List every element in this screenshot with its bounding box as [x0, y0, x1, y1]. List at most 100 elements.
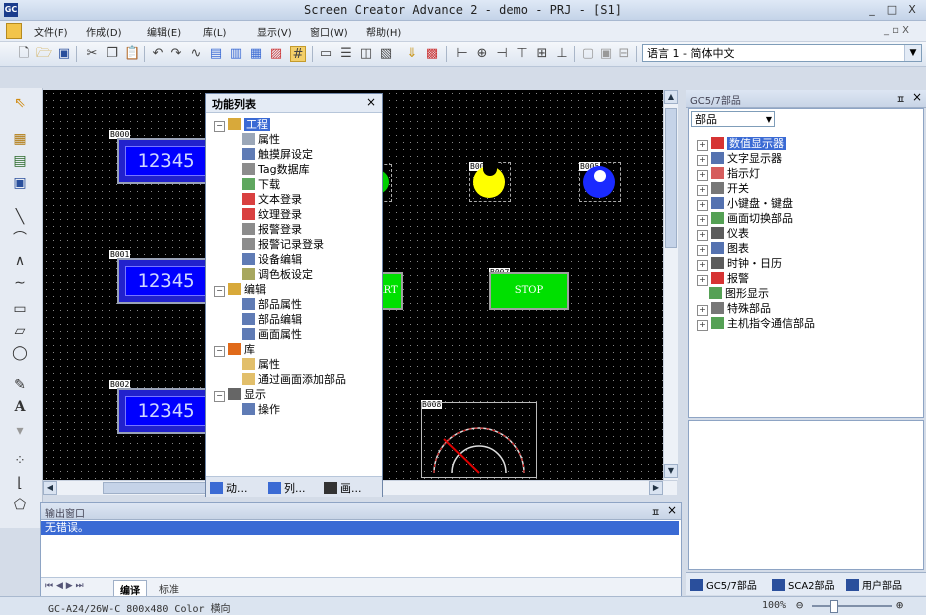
grid-toggle-icon[interactable]: #	[290, 46, 306, 62]
image-icon[interactable]: ▧	[378, 46, 394, 62]
columns-icon[interactable]: ◫	[358, 46, 374, 62]
scroll-right-icon[interactable]: ▶	[649, 481, 663, 495]
tree-item[interactable]: 纹理登录	[242, 206, 302, 222]
align-right-icon[interactable]: ⊣	[494, 46, 510, 62]
scroll-left-icon[interactable]: ◀	[43, 481, 57, 495]
open-folder-icon[interactable]: 🗁	[36, 46, 52, 62]
tree-item[interactable]: 调色板设定	[242, 266, 313, 282]
save-icon[interactable]: ▣	[56, 46, 72, 62]
tree-group[interactable]: − 工程	[214, 116, 270, 132]
align-bottom-icon[interactable]: ⊥	[554, 46, 570, 62]
align-top-icon[interactable]: ⊤	[514, 46, 530, 62]
menu-edit[interactable]: 编辑(E)	[147, 24, 181, 39]
mdi-controls[interactable]: _ ▫ X	[884, 25, 909, 36]
rectangle-icon[interactable]: ▭	[11, 300, 29, 318]
brush-icon[interactable]: ✎	[11, 376, 29, 394]
maximize-button[interactable]: □	[884, 3, 900, 17]
parts-list-item[interactable]: + 主机指令通信部品	[697, 315, 815, 331]
parts-list-item[interactable]: + 文字显示器	[697, 150, 782, 166]
vertical-scrollbar[interactable]: ▲ ▼	[663, 90, 678, 480]
list-icon[interactable]: ☰	[338, 46, 354, 62]
tab-sca2-parts[interactable]: SCA2部品	[772, 577, 835, 592]
tree-item[interactable]: 触摸屏设定	[242, 146, 313, 162]
output-message[interactable]: 无错误。	[41, 521, 679, 535]
numeric-display[interactable]: 12345	[117, 138, 215, 184]
select-part-icon[interactable]: ▦	[11, 130, 29, 148]
pointer-icon[interactable]: ⇖	[11, 94, 29, 112]
collapse-icon[interactable]: −	[214, 286, 225, 297]
ungroup-icon[interactable]: ▣	[598, 46, 614, 62]
resize-icon[interactable]: ⊟	[616, 46, 632, 62]
pin-icon[interactable]: ㅍ	[896, 91, 905, 106]
menu-create[interactable]: 作成(D)	[86, 24, 122, 39]
zoom-slider-thumb[interactable]	[830, 600, 838, 613]
arc-icon[interactable]: ⌒	[11, 230, 29, 248]
menu-file[interactable]: 文件(F)	[34, 24, 68, 39]
group-icon[interactable]: ▢	[580, 46, 596, 62]
polyline-icon[interactable]: ∧	[11, 252, 29, 270]
parts-list-item[interactable]: + 报警	[697, 270, 749, 286]
tree-item[interactable]: 操作	[242, 401, 280, 417]
parts-list-item[interactable]: + 图表	[697, 240, 749, 256]
numeric-display[interactable]: 12345	[117, 388, 215, 434]
chevron-down-icon[interactable]: ▼	[766, 112, 772, 128]
ellipse-icon[interactable]: ◯	[11, 344, 29, 362]
language-select[interactable]: 语言 1 - 简体中文 ▼	[642, 44, 922, 62]
curve-icon[interactable]: ∼	[11, 274, 29, 292]
scroll-down-icon[interactable]: ▼	[664, 464, 678, 478]
pin-icon[interactable]: ㅍ	[651, 504, 660, 519]
redo-icon[interactable]: ↷	[168, 46, 184, 62]
tab-gc57-parts[interactable]: GC5/7部品	[690, 577, 757, 592]
parallelogram-icon[interactable]: ▱	[11, 322, 29, 340]
tab-screen[interactable]: 画...	[324, 480, 362, 496]
polygon-icon[interactable]: ⬠	[11, 496, 29, 514]
tree-item[interactable]: 设备编辑	[242, 251, 302, 267]
close-icon[interactable]: ×	[912, 90, 922, 104]
minimize-button[interactable]: _	[864, 3, 880, 17]
snap-icon[interactable]: ⁘	[11, 452, 29, 470]
tab-list[interactable]: 列...	[268, 480, 306, 496]
zoom-out-icon[interactable]: ⊖	[796, 598, 803, 612]
line-icon[interactable]: ╲	[11, 208, 29, 226]
stop-button[interactable]: STOP	[489, 272, 569, 310]
align-center-icon[interactable]: ⊕	[474, 46, 490, 62]
tree-item[interactable]: 画面属性	[242, 326, 302, 342]
parts-list-item[interactable]: + 仪表	[697, 225, 749, 241]
align-left-icon[interactable]: ⊢	[454, 46, 470, 62]
chart-icon[interactable]: ▩	[424, 46, 440, 62]
part-edit-icon[interactable]: ▥	[228, 46, 244, 62]
collapse-icon[interactable]: −	[214, 121, 225, 132]
tree-item[interactable]: 报警登录	[242, 221, 302, 237]
select-screen-icon[interactable]: ▤	[11, 152, 29, 170]
align-middle-icon[interactable]: ⊞	[534, 46, 550, 62]
expand-icon[interactable]: +	[697, 320, 708, 331]
tree-item[interactable]: 报警记录登录	[242, 236, 324, 252]
download-icon[interactable]: ⇓	[404, 46, 420, 62]
scroll-up-icon[interactable]: ▲	[664, 90, 678, 104]
tree-item[interactable]: 属性	[242, 356, 280, 372]
numeric-display[interactable]: 12345	[117, 258, 215, 304]
part-copy-icon[interactable]: ▦	[248, 46, 264, 62]
tree-group[interactable]: − 库	[214, 341, 255, 357]
part-icon[interactable]: ▤	[208, 46, 224, 62]
collapse-icon[interactable]: −	[214, 391, 225, 402]
copy-icon[interactable]: ❐	[104, 46, 120, 62]
category-select[interactable]: 部品 ▼	[691, 111, 775, 127]
tab-user-parts[interactable]: 用户部品	[846, 577, 902, 592]
tab-standard[interactable]: 标准	[153, 580, 185, 597]
line-tool-icon[interactable]: ∿	[188, 46, 204, 62]
paste-icon[interactable]: 📋	[124, 46, 140, 62]
tree-item[interactable]: Tag数据库	[242, 161, 310, 177]
collapse-icon[interactable]: −	[214, 346, 225, 357]
parts-list-item[interactable]: + 开关	[697, 180, 749, 196]
parts-list-item[interactable]: + 时钟・日历	[697, 255, 782, 271]
parts-list-item[interactable]: + 小键盘・键盘	[697, 195, 793, 211]
tree-item[interactable]: 部品编辑	[242, 311, 302, 327]
close-button[interactable]: X	[904, 3, 920, 17]
tree-group[interactable]: − 显示	[214, 386, 266, 402]
parts-list-item[interactable]: + 数值显示器	[697, 135, 786, 151]
tree-item[interactable]: 属性	[242, 131, 280, 147]
zoom-select-icon[interactable]: ▣	[11, 174, 29, 192]
chevron-down-icon[interactable]: ▼	[904, 45, 921, 61]
meter-gauge[interactable]	[421, 402, 537, 478]
